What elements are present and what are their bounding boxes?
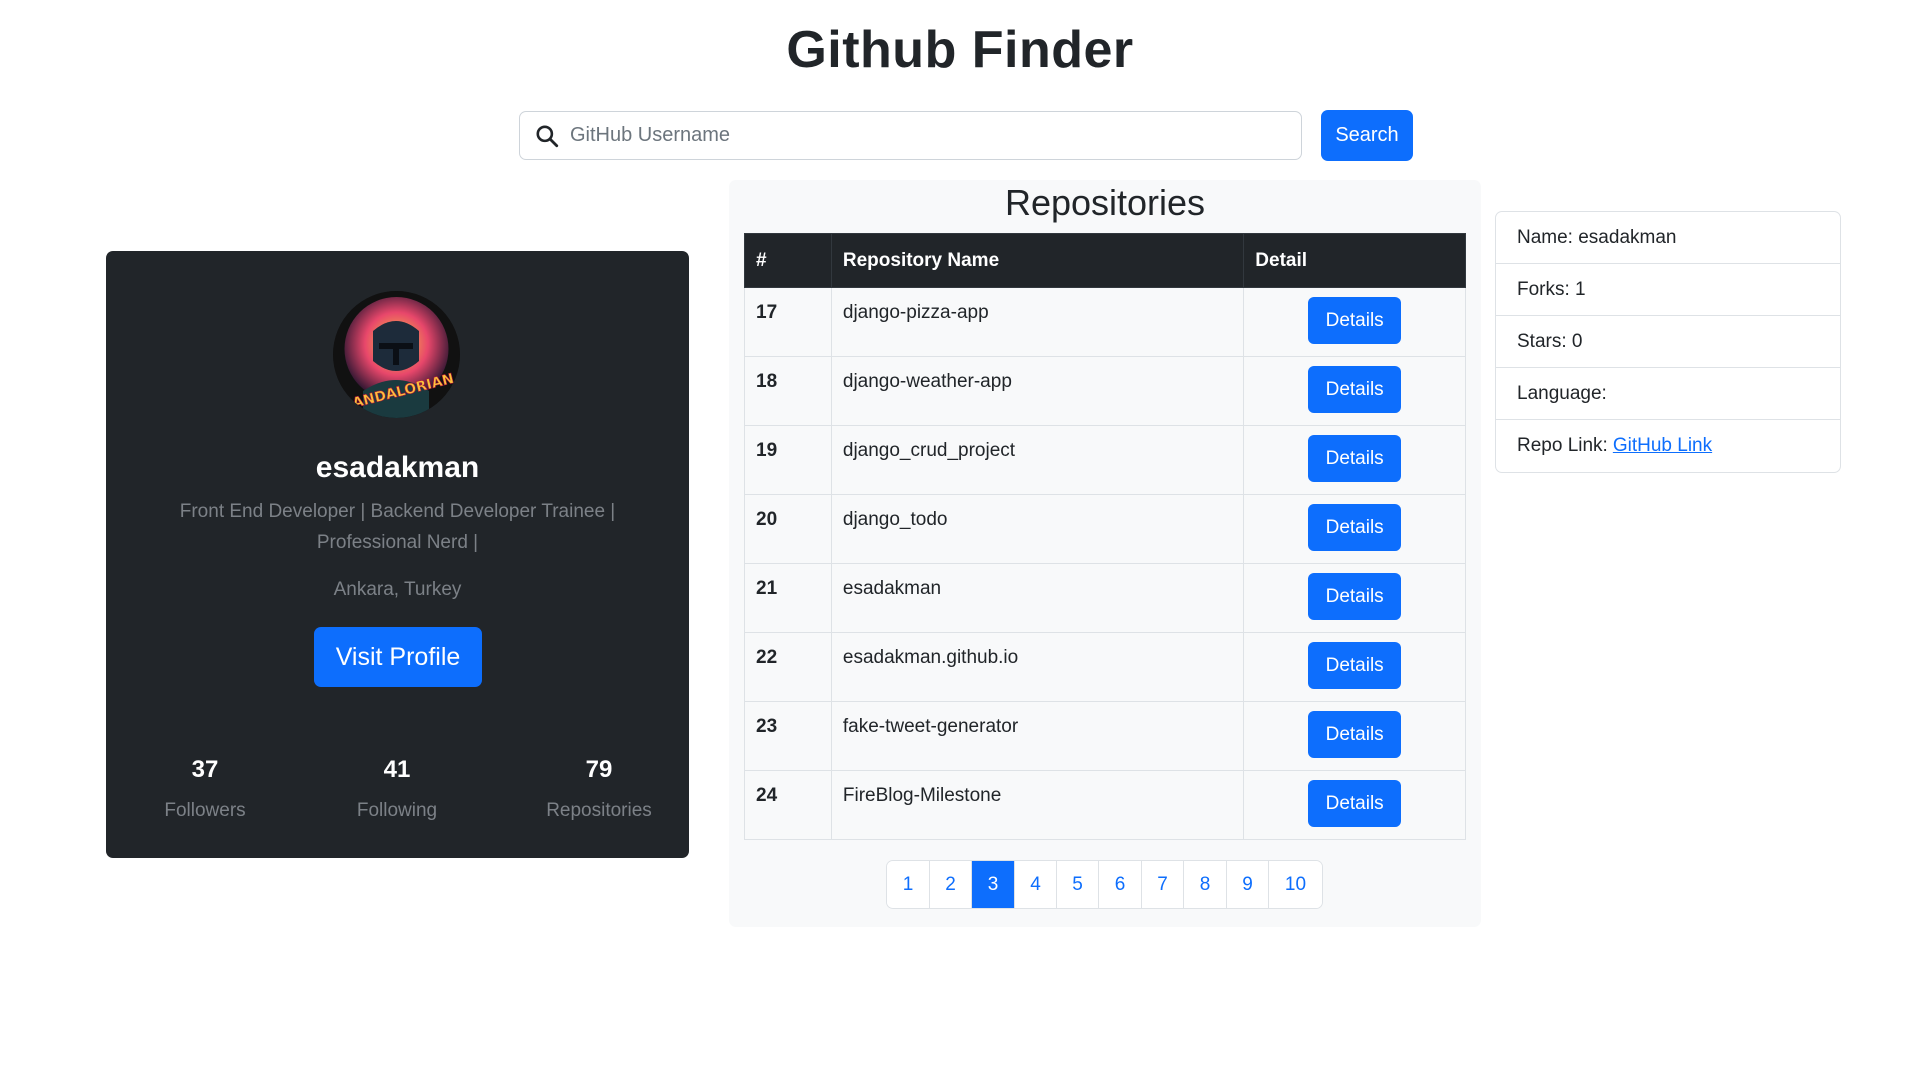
- table-row: 23 fake-tweet-generator Details: [744, 701, 1466, 771]
- search-input[interactable]: [570, 124, 1301, 147]
- detail-language: Language:: [1496, 368, 1840, 420]
- pagination: 1 2 3 4 5 6 7 8 9 10: [886, 860, 1323, 909]
- stat-label: Repositories: [546, 800, 652, 821]
- repo-name: django_crud_project: [830, 425, 1245, 495]
- repo-number: 21: [744, 563, 832, 633]
- stat-followers: 37 Followers: [125, 756, 285, 822]
- repositories-panel: Repositories # Repository Name Detail 17…: [729, 180, 1481, 927]
- details-button[interactable]: Details: [1308, 573, 1402, 620]
- stat-label: Following: [356, 800, 438, 821]
- page-link-5[interactable]: 5: [1057, 861, 1099, 908]
- page-link-6[interactable]: 6: [1099, 861, 1142, 908]
- repositories-title: Repositories: [1004, 182, 1206, 223]
- repo-number: 18: [744, 356, 832, 426]
- detail-repo-link: Repo Link: GitHub Link: [1496, 420, 1840, 472]
- table-row: 18 django-weather-app Details: [744, 356, 1466, 426]
- search-button[interactable]: Search: [1321, 110, 1413, 161]
- stat-repositories: 79 Repositories: [519, 756, 679, 822]
- details-button[interactable]: Details: [1308, 366, 1402, 413]
- stat-value: 37: [191, 756, 219, 783]
- page-title: Github Finder: [786, 21, 1134, 79]
- repo-number: 24: [744, 770, 832, 840]
- stat-value: 41: [383, 756, 411, 783]
- repo-name: FireBlog-Milestone: [830, 770, 1245, 840]
- table-row: 22 esadakman.github.io Details: [744, 632, 1466, 702]
- repo-number: 17: [744, 287, 832, 357]
- table-row: 20 django_todo Details: [744, 494, 1466, 564]
- page-link-7[interactable]: 7: [1142, 861, 1184, 908]
- stat-value: 79: [585, 756, 613, 783]
- search-icon: [536, 124, 559, 147]
- visit-profile-button[interactable]: Visit Profile: [314, 627, 482, 687]
- table-row: 17 django-pizza-app Details: [744, 287, 1466, 357]
- details-button[interactable]: Details: [1308, 297, 1402, 344]
- repo-name: esadakman: [830, 563, 1245, 633]
- detail-name: Name: esadakman: [1496, 212, 1840, 264]
- repo-number: 19: [744, 425, 832, 495]
- page-link-2[interactable]: 2: [930, 861, 972, 908]
- details-button[interactable]: Details: [1308, 504, 1402, 551]
- page-link-3[interactable]: 3: [972, 861, 1015, 908]
- repositories-table: # Repository Name Detail 17 django-pizza…: [744, 233, 1466, 840]
- column-header-number: #: [744, 233, 832, 288]
- detail-stars: Stars: 0: [1496, 316, 1840, 368]
- repo-number: 22: [744, 632, 832, 702]
- profile-bio: Front End Developer | Backend Developer …: [179, 501, 616, 553]
- column-header-detail: Detail: [1243, 233, 1466, 288]
- search-field[interactable]: [519, 111, 1302, 160]
- avatar: MANDALORIAN: [333, 291, 460, 418]
- page-link-10[interactable]: 10: [1269, 861, 1322, 908]
- repo-name: django-weather-app: [830, 356, 1245, 426]
- repo-number: 20: [744, 494, 832, 564]
- page-link-9[interactable]: 9: [1227, 861, 1269, 908]
- page-link-8[interactable]: 8: [1184, 861, 1227, 908]
- repo-name: esadakman.github.io: [830, 632, 1245, 702]
- details-button[interactable]: Details: [1308, 780, 1402, 827]
- detail-repo-link-label: Repo Link:: [1517, 435, 1608, 456]
- repo-name: django_todo: [830, 494, 1245, 564]
- table-row: 19 django_crud_project Details: [744, 425, 1466, 495]
- table-row: 21 esadakman Details: [744, 563, 1466, 633]
- repo-detail-list: Name: esadakman Forks: 1 Stars: 0 Langua…: [1495, 211, 1841, 473]
- detail-forks: Forks: 1: [1496, 264, 1840, 316]
- profile-location: Ankara, Turkey: [333, 579, 462, 600]
- details-button[interactable]: Details: [1308, 642, 1402, 689]
- profile-username: esadakman: [315, 451, 480, 484]
- stat-label: Followers: [164, 800, 246, 821]
- profile-card: MANDALORIAN esadakman Front End Develope…: [106, 251, 689, 858]
- details-button[interactable]: Details: [1308, 435, 1402, 482]
- column-header-name: Repository Name: [830, 233, 1245, 288]
- details-button[interactable]: Details: [1308, 711, 1402, 758]
- page-link-4[interactable]: 4: [1015, 861, 1057, 908]
- repo-number: 23: [744, 701, 832, 771]
- repo-name: django-pizza-app: [830, 287, 1245, 357]
- stat-following: 41 Following: [317, 756, 477, 822]
- github-link[interactable]: GitHub Link: [1613, 435, 1712, 457]
- repo-name: fake-tweet-generator: [830, 701, 1245, 771]
- page-link-1[interactable]: 1: [887, 861, 930, 908]
- table-row: 24 FireBlog-Milestone Details: [744, 770, 1466, 840]
